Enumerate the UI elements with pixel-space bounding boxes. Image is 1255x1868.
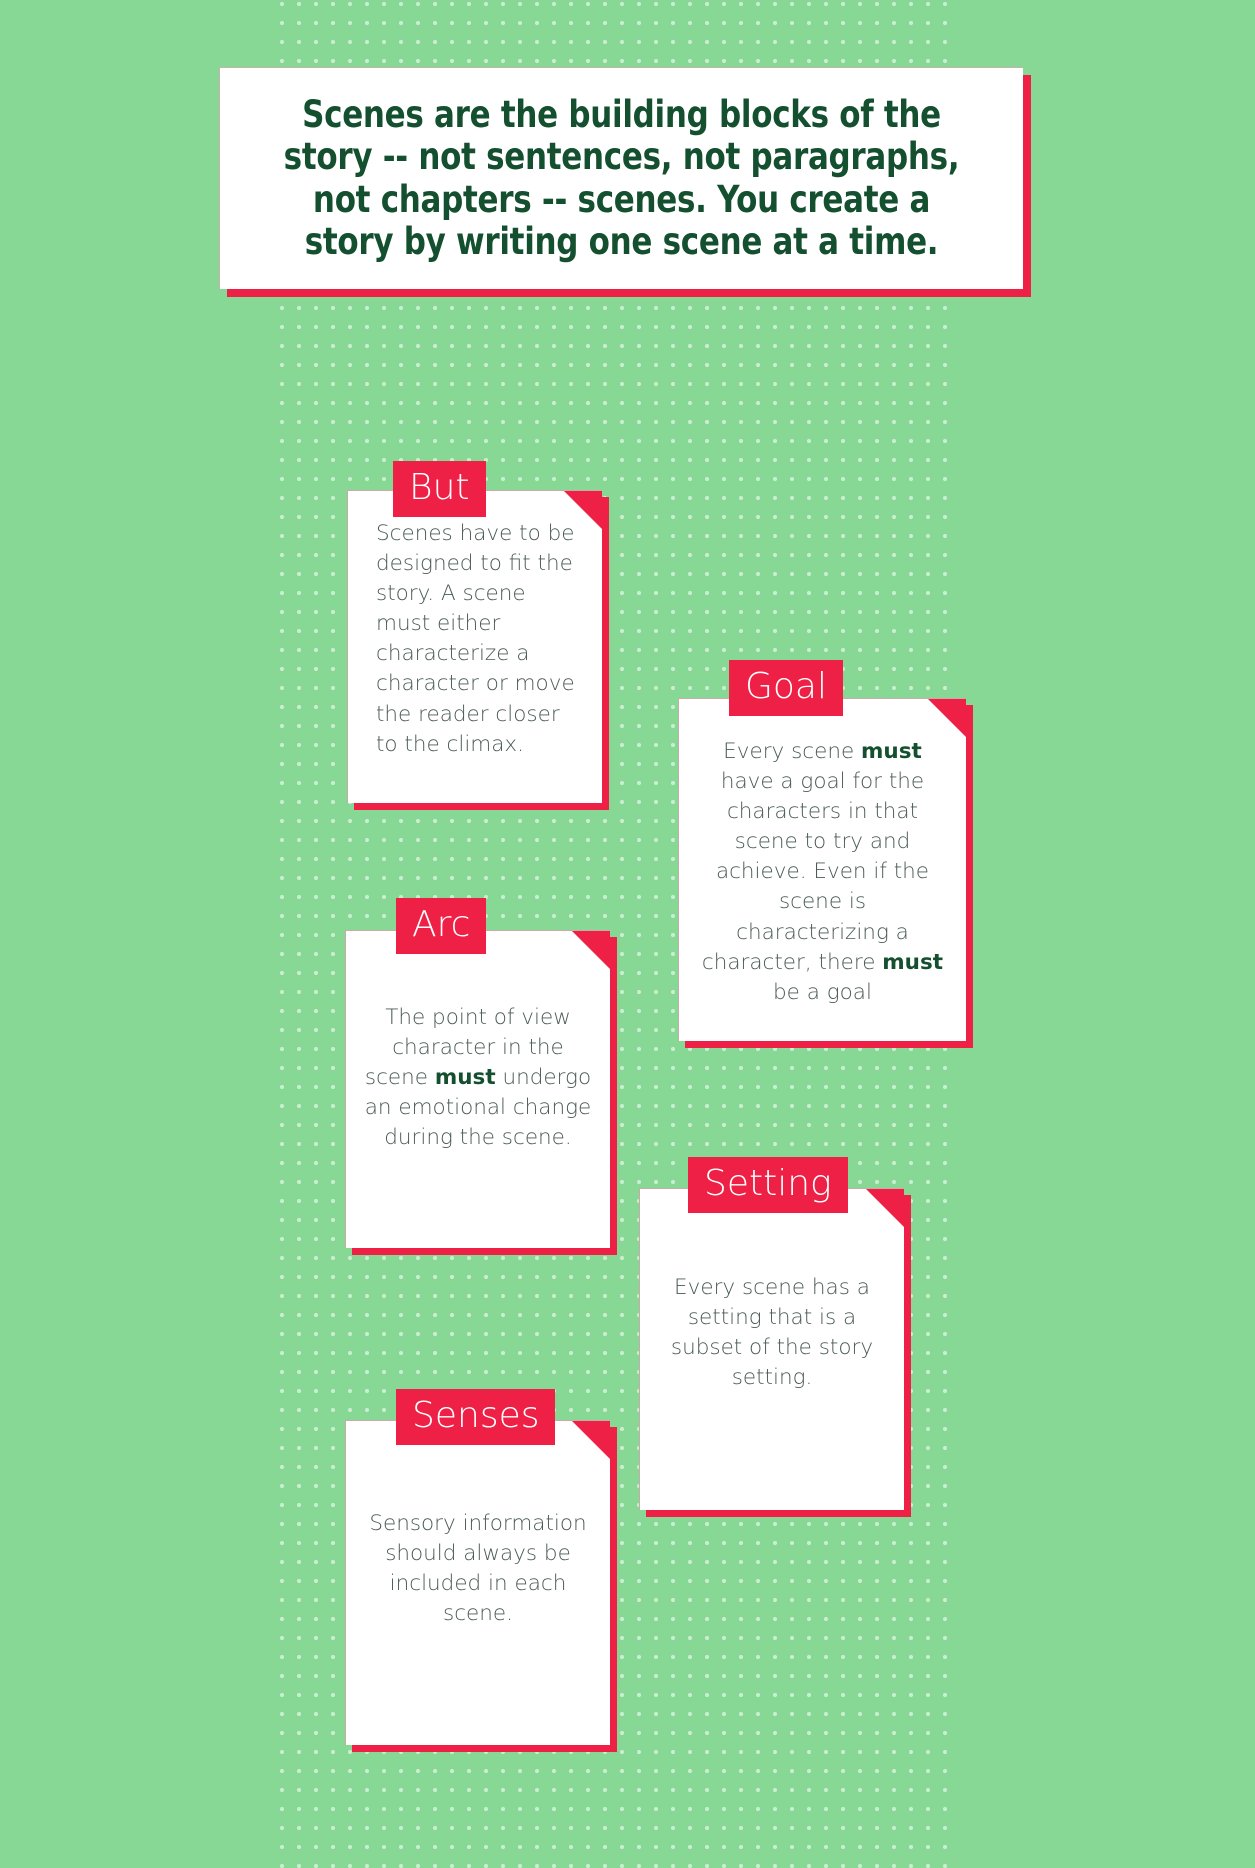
- folded-corner-icon: [572, 1421, 610, 1459]
- card-sheet-setting: Every scene has a setting that is a subs…: [639, 1188, 904, 1510]
- card-body-setting: Every scene has a setting that is a subs…: [670, 1275, 874, 1391]
- card-title-goal: Goal: [729, 660, 843, 716]
- header-quote-panel: Scenes are the building blocks of the st…: [219, 67, 1031, 297]
- note-card-senses: Sensory information should always be inc…: [345, 1420, 617, 1752]
- card-sheet-arc: The point of view character in the scene…: [345, 930, 610, 1248]
- folded-corner-icon: [866, 1189, 904, 1227]
- card-title-arc: Arc: [396, 898, 487, 954]
- card-title-but: But: [393, 461, 486, 517]
- card-sheet-senses: Sensory information should always be inc…: [345, 1420, 610, 1745]
- card-body-senses: Sensory information should always be inc…: [369, 1511, 587, 1627]
- folded-corner-icon: [928, 699, 966, 737]
- card-title-setting: Setting: [688, 1157, 848, 1213]
- note-card-but: Scenes have to be designed to fit the st…: [347, 490, 609, 810]
- folded-corner-icon: [572, 931, 610, 969]
- card-title-senses: Senses: [396, 1389, 556, 1445]
- card-body-goal: Every scene must have a goal for the cha…: [701, 739, 944, 1005]
- card-body-but: Scenes have to be designed to fit the st…: [376, 521, 575, 757]
- note-card-goal: Every scene must have a goal for the cha…: [678, 698, 973, 1048]
- card-sheet-goal: Every scene must have a goal for the cha…: [678, 698, 966, 1041]
- header-panel-sheet: Scenes are the building blocks of the st…: [219, 67, 1023, 289]
- note-card-arc: The point of view character in the scene…: [345, 930, 617, 1255]
- note-card-setting: Every scene has a setting that is a subs…: [639, 1188, 911, 1517]
- header-quote-text: Scenes are the building blocks of the st…: [283, 93, 960, 263]
- card-body-arc: The point of view character in the scene…: [364, 1005, 592, 1151]
- card-sheet-but: Scenes have to be designed to fit the st…: [347, 490, 602, 803]
